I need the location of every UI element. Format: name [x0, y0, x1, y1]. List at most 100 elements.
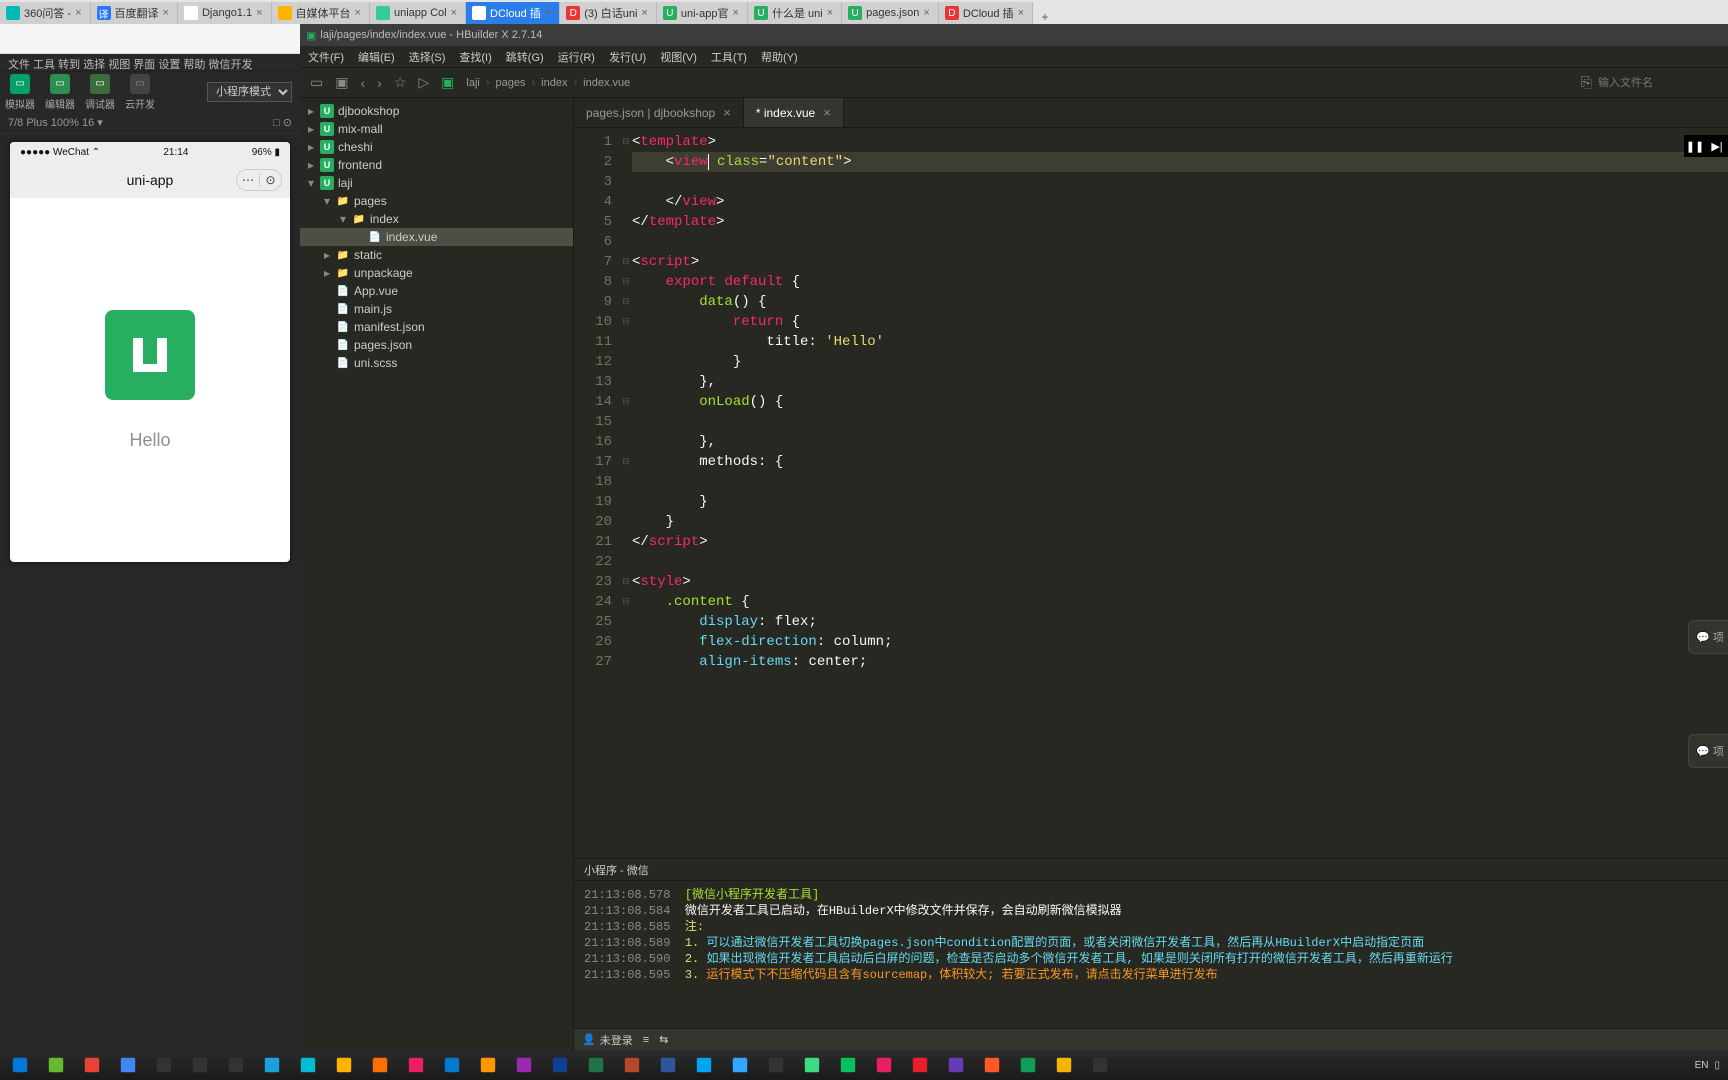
- taskbar-app-25[interactable]: [904, 1052, 936, 1078]
- tree-item-pages[interactable]: ▾📁pages: [300, 192, 573, 210]
- breadcrumb-item[interactable]: index: [541, 77, 567, 89]
- browser-tab[interactable]: 自媒体平台×: [272, 2, 370, 24]
- code-line-10[interactable]: return {: [632, 312, 1728, 332]
- code-line-22[interactable]: [632, 552, 1728, 572]
- tree-item-uni.scss[interactable]: 📄uni.scss: [300, 354, 573, 372]
- code-line-6[interactable]: [632, 232, 1728, 252]
- browser-tab[interactable]: Uuni-app官×: [657, 2, 748, 24]
- code-line-5[interactable]: </template>: [632, 212, 1728, 232]
- new-tab-button[interactable]: +: [1033, 10, 1057, 24]
- code-line-13[interactable]: },: [632, 372, 1728, 392]
- taskbar-app-13[interactable]: [472, 1052, 504, 1078]
- code-line-17[interactable]: methods: {: [632, 452, 1728, 472]
- code-line-8[interactable]: export default {: [632, 272, 1728, 292]
- taskbar-app-21[interactable]: [760, 1052, 792, 1078]
- code-line-15[interactable]: [632, 412, 1728, 432]
- browser-tab[interactable]: 360问答 -×: [0, 2, 91, 24]
- taskbar-app-16[interactable]: [580, 1052, 612, 1078]
- search-mode-icon[interactable]: ⎘: [1581, 74, 1592, 91]
- menu-item[interactable]: 查找(I): [459, 49, 491, 65]
- menu-item[interactable]: 编辑(E): [358, 49, 395, 65]
- tree-item-laji[interactable]: ▾Ulaji: [300, 174, 573, 192]
- code-line-21[interactable]: </script>: [632, 532, 1728, 552]
- browser-tab[interactable]: 译百度翻译×: [91, 2, 178, 24]
- taskbar-app-23[interactable]: [832, 1052, 864, 1078]
- menu-item[interactable]: 运行(R): [558, 49, 595, 65]
- browser-tab[interactable]: U什么是 uni×: [748, 2, 842, 24]
- devtools-云开发[interactable]: ▭云开发: [120, 72, 160, 112]
- taskbar-app-4[interactable]: [148, 1052, 180, 1078]
- menu-item[interactable]: 工具(T): [711, 49, 747, 65]
- close-icon[interactable]: ×: [641, 7, 647, 19]
- taskbar-app-27[interactable]: [976, 1052, 1008, 1078]
- menu-item[interactable]: 文件(F): [308, 49, 344, 65]
- close-icon[interactable]: ×: [923, 7, 929, 19]
- editor-tab[interactable]: * index.vue×: [744, 98, 844, 127]
- taskbar-app-12[interactable]: [436, 1052, 468, 1078]
- code-line-9[interactable]: data() {: [632, 292, 1728, 312]
- menu-item[interactable]: 视图(V): [660, 49, 697, 65]
- pause-icon[interactable]: ❚❚: [1684, 135, 1706, 157]
- browser-tab[interactable]: Upages.json×: [842, 2, 939, 24]
- next-icon[interactable]: ▶|: [1706, 135, 1728, 157]
- float-tab-2[interactable]: 💬 项: [1688, 734, 1728, 768]
- code-line-23[interactable]: <style>: [632, 572, 1728, 592]
- taskbar-app-9[interactable]: [328, 1052, 360, 1078]
- status-list-icon[interactable]: ≡: [643, 1034, 649, 1046]
- terminal-toggle-icon[interactable]: ▣: [335, 74, 348, 91]
- devtools-menu[interactable]: 文件 工具 转到 选择 视图 界面 设置 帮助 微信开发: [0, 54, 300, 72]
- taskbar-app-18[interactable]: [652, 1052, 684, 1078]
- code-line-18[interactable]: [632, 472, 1728, 492]
- taskbar-app-10[interactable]: [364, 1052, 396, 1078]
- code-line-19[interactable]: }: [632, 492, 1728, 512]
- code-line-2[interactable]: <view class="content">: [632, 152, 1728, 172]
- code-line-27[interactable]: align-items: center;: [632, 652, 1728, 672]
- capsule-menu-icon[interactable]: ⋯: [237, 173, 259, 187]
- capsule-close-icon[interactable]: ⊙: [259, 173, 281, 187]
- system-tray[interactable]: EN ▯: [1695, 1060, 1724, 1071]
- phone-capsule[interactable]: ⋯ ⊙: [236, 169, 282, 191]
- close-icon[interactable]: ×: [1018, 7, 1024, 19]
- taskbar-app-19[interactable]: [688, 1052, 720, 1078]
- code-line-20[interactable]: }: [632, 512, 1728, 532]
- bookmark-icon[interactable]: ☆: [394, 74, 407, 91]
- tree-item-index.vue[interactable]: 📄index.vue: [300, 228, 573, 246]
- device-controls[interactable]: □ ⊙: [273, 116, 292, 129]
- close-icon[interactable]: ×: [823, 105, 831, 120]
- tree-item-index[interactable]: ▾📁index: [300, 210, 573, 228]
- code-line-11[interactable]: title: 'Hello': [632, 332, 1728, 352]
- code-line-12[interactable]: }: [632, 352, 1728, 372]
- browser-tab[interactable]: uniapp Col×: [370, 2, 466, 24]
- devtools-device-status[interactable]: 7/8 Plus 100% 16 ▾ □ ⊙: [0, 112, 300, 134]
- devtools-模拟器[interactable]: ▭模拟器: [0, 72, 40, 112]
- close-icon[interactable]: ×: [827, 7, 833, 19]
- tree-item-cheshi[interactable]: ▸Ucheshi: [300, 138, 573, 156]
- menu-item[interactable]: 发行(U): [609, 49, 646, 65]
- devtools-mode-select[interactable]: 小程序模式: [199, 72, 300, 112]
- taskbar-app-29[interactable]: [1048, 1052, 1080, 1078]
- taskbar-app-17[interactable]: [616, 1052, 648, 1078]
- close-icon[interactable]: ×: [163, 7, 169, 19]
- tree-item-djbookshop[interactable]: ▸Udjbookshop: [300, 102, 573, 120]
- device-selector[interactable]: 7/8 Plus 100% 16 ▾: [8, 116, 103, 129]
- project-icon[interactable]: ▣: [441, 74, 454, 91]
- breadcrumb-item[interactable]: index.vue: [583, 77, 630, 89]
- taskbar-app-14[interactable]: [508, 1052, 540, 1078]
- code-line-1[interactable]: <template>: [632, 132, 1728, 152]
- code-line-4[interactable]: </view>: [632, 192, 1728, 212]
- menu-item[interactable]: 选择(S): [409, 49, 446, 65]
- console-tab[interactable]: 小程序 - 微信: [574, 859, 1728, 881]
- taskbar-app-3[interactable]: [112, 1052, 144, 1078]
- tray-battery-icon[interactable]: ▯: [1714, 1060, 1720, 1071]
- browser-tab[interactable]: DDCloud 插×: [939, 2, 1033, 24]
- devtools-编辑器[interactable]: ▭编辑器: [40, 72, 80, 112]
- browser-tab[interactable]: djDjango1.1×: [178, 2, 272, 24]
- tree-item-manifest.json[interactable]: 📄manifest.json: [300, 318, 573, 336]
- tree-item-App.vue[interactable]: 📄App.vue: [300, 282, 573, 300]
- browser-tab[interactable]: DCloud 插×: [466, 2, 560, 24]
- close-icon[interactable]: ×: [545, 7, 551, 19]
- taskbar-app-22[interactable]: [796, 1052, 828, 1078]
- code-line-14[interactable]: onLoad() {: [632, 392, 1728, 412]
- fold-column[interactable]: ⊟⊟⊟⊟⊟⊟⊟⊟⊟: [620, 128, 632, 858]
- taskbar-app-0[interactable]: [4, 1052, 36, 1078]
